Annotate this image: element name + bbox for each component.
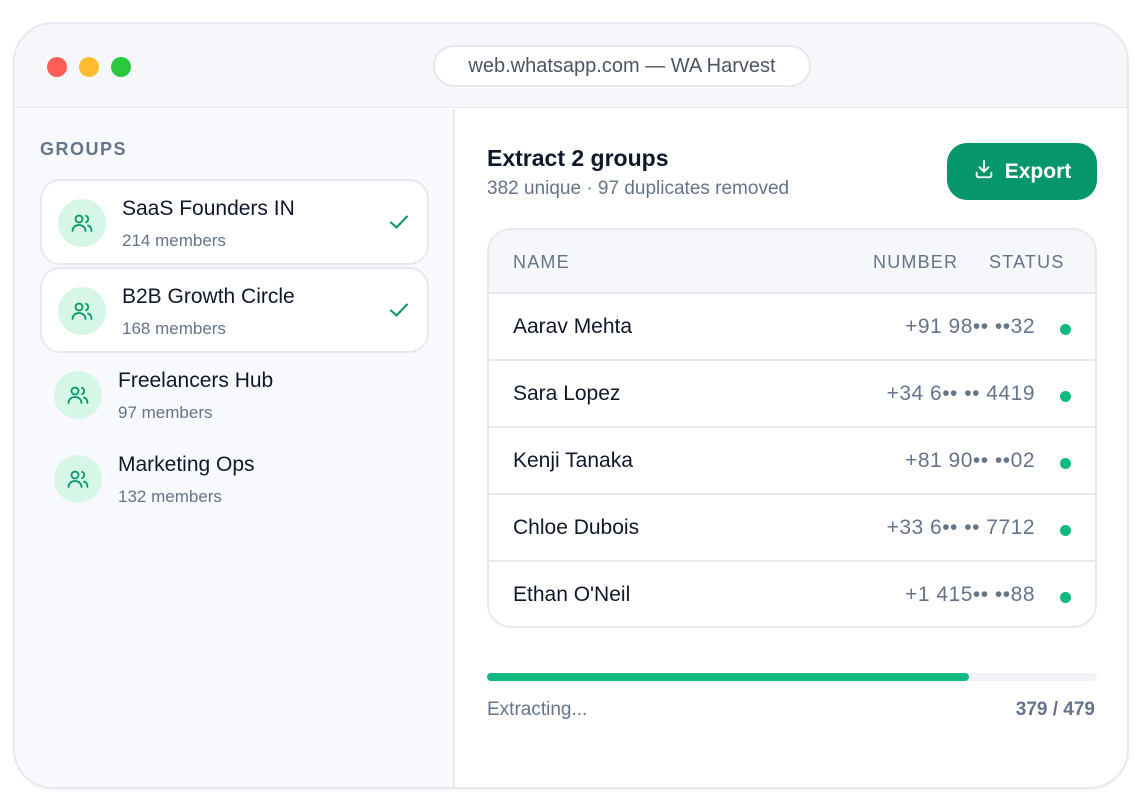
contact-number: +81 90•• ••02 (905, 449, 1035, 472)
export-label: Export (1004, 159, 1072, 183)
group-member-count: 214 members (122, 231, 226, 250)
group-member-count: 97 members (118, 403, 213, 422)
progress-fill (487, 673, 969, 681)
users-icon (54, 371, 102, 419)
group-name: Freelancers Hub (118, 369, 274, 392)
column-header-number[interactable]: NUMBER (873, 252, 958, 273)
extraction-summary: 382 unique · 97 duplicates removed (487, 178, 790, 199)
table-row[interactable]: Kenji Tanaka +81 90•• ••02 (489, 428, 1095, 495)
app-window: web.whatsapp.com — WA Harvest GROUPS Saa… (13, 22, 1129, 789)
main-panel: Extract 2 groups 382 unique · 97 duplica… (457, 109, 1127, 787)
status-dot (1060, 324, 1071, 335)
url-bar[interactable]: web.whatsapp.com — WA Harvest (433, 45, 811, 87)
contact-name: Sara Lopez (513, 382, 621, 405)
group-item[interactable]: B2B Growth Circle 168 members (40, 267, 429, 353)
contact-name: Kenji Tanaka (513, 449, 633, 472)
maximize-window-button[interactable] (111, 57, 131, 77)
group-member-count: 132 members (118, 487, 222, 506)
table-row[interactable]: Aarav Mehta +91 98•• ••32 (489, 294, 1095, 361)
check-icon (389, 214, 409, 230)
group-item[interactable]: Freelancers Hub 97 members (40, 353, 429, 439)
table-row[interactable]: Chloe Dubois +33 6•• •• 7712 (489, 495, 1095, 562)
table-row[interactable]: Ethan O'Neil +1 415•• ••88 (489, 562, 1095, 626)
progress-status: Extracting... (487, 699, 588, 720)
page-title: Extract 2 groups (487, 145, 669, 171)
status-dot (1060, 525, 1071, 536)
group-name: B2B Growth Circle (122, 285, 295, 308)
status-dot (1060, 391, 1071, 402)
check-icon (389, 302, 409, 318)
status-dot (1060, 458, 1071, 469)
progress-count: 379 / 479 (1015, 699, 1095, 720)
contact-number: +1 415•• ••88 (905, 583, 1035, 606)
minimize-window-button[interactable] (79, 57, 99, 77)
contact-number: +91 98•• ••32 (905, 315, 1035, 338)
progress-bar (487, 673, 1097, 681)
contacts-table: NAME NUMBER STATUS Aarav Mehta +91 98•• •… (487, 228, 1097, 628)
users-icon (58, 199, 106, 247)
groups-heading: GROUPS (40, 139, 128, 159)
users-icon (54, 455, 102, 503)
sidebar: GROUPS SaaS Founders IN 214 members B2B Gr… (15, 109, 455, 787)
export-button[interactable]: Export (947, 143, 1097, 200)
table-header: NAME NUMBER STATUS (489, 230, 1095, 294)
group-item[interactable]: SaaS Founders IN 214 members (40, 179, 429, 265)
download-icon (973, 158, 995, 186)
status-dot (1060, 592, 1071, 603)
group-item[interactable]: Marketing Ops 132 members (40, 437, 429, 523)
title-bar: web.whatsapp.com — WA Harvest (15, 24, 1127, 108)
group-name: Marketing Ops (118, 453, 255, 476)
contact-number: +34 6•• •• 4419 (886, 382, 1035, 405)
contact-name: Aarav Mehta (513, 315, 633, 338)
contact-name: Ethan O'Neil (513, 583, 631, 606)
column-header-status[interactable]: STATUS (989, 252, 1065, 273)
column-header-name[interactable]: NAME (513, 252, 570, 273)
contact-name: Chloe Dubois (513, 516, 640, 539)
group-name: SaaS Founders IN (122, 197, 295, 220)
users-icon (58, 287, 106, 335)
close-window-button[interactable] (47, 57, 67, 77)
group-member-count: 168 members (122, 319, 226, 338)
contact-number: +33 6•• •• 7712 (886, 516, 1035, 539)
table-row[interactable]: Sara Lopez +34 6•• •• 4419 (489, 361, 1095, 428)
